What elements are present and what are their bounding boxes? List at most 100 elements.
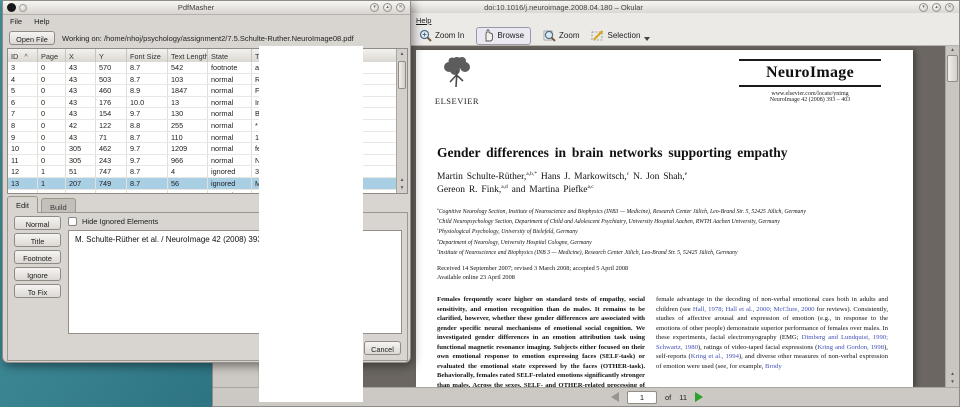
tab-build[interactable]: Build [41, 198, 76, 213]
okular-vertical-scrollbar[interactable] [945, 46, 959, 387]
zoom-in-button[interactable]: Zoom In [419, 29, 464, 42]
table-cell: 14 [8, 190, 38, 193]
scroll-up-icon[interactable] [397, 50, 407, 58]
table-cell: 8.7 [127, 132, 168, 143]
elsevier-tree-icon [435, 55, 479, 91]
table-cell: 720 [96, 190, 127, 193]
of-label: of [665, 393, 671, 402]
table-cell: 122 [96, 120, 127, 131]
cancel-button[interactable]: Cancel [364, 341, 401, 355]
tofix-button[interactable]: To Fix [14, 284, 61, 298]
tab-edit[interactable]: Edit [7, 196, 38, 213]
scroll-up-icon[interactable] [946, 46, 959, 54]
table-cell: 5 [8, 85, 38, 96]
table-cell: 1 [38, 166, 66, 177]
window-menu-icon[interactable] [19, 4, 27, 12]
okular-window: doi:10.1016/j.neuroimage.2008.04.180 – O… [212, 0, 960, 407]
table-cell: 0 [38, 143, 66, 154]
citation-link[interactable]: Kring et al., 1994 [691, 353, 739, 360]
column-header-x[interactable]: X [66, 49, 96, 62]
table-cell: 8.9 [127, 85, 168, 96]
table-cell: 9.7 [127, 190, 168, 193]
affiliation-line: eInstitute of Neuroscience and Biophysic… [437, 248, 806, 258]
journal-name: NeuroImage [731, 63, 889, 83]
menu-help[interactable]: Help [34, 17, 49, 26]
ignore-button[interactable]: Ignore [14, 267, 61, 281]
author-superscript: a,d [501, 184, 508, 190]
scroll-down-icon[interactable] [946, 378, 959, 386]
table-cell: 207 [66, 178, 96, 189]
table-cell: 0 [38, 108, 66, 119]
zoom-button[interactable]: Zoom [543, 29, 579, 42]
table-cell: 13 [168, 97, 208, 108]
open-file-button[interactable]: Open File [9, 31, 55, 45]
app-icon[interactable] [7, 3, 16, 12]
table-cell: 8.7 [127, 74, 168, 85]
column-header-id[interactable]: ID [8, 49, 38, 62]
footnote-button[interactable]: Footnote [14, 250, 61, 264]
journal-citation: NeuroImage 42 (2008) 393 – 403 [731, 97, 889, 103]
menu-file[interactable]: File [10, 17, 22, 26]
maximize-icon[interactable] [383, 3, 392, 12]
table-cell: 362 [168, 190, 208, 193]
table-cell: 1847 [168, 85, 208, 96]
citation-link[interactable]: Kring and Gordon, 1998 [817, 344, 884, 351]
table-cell: 462 [96, 143, 127, 154]
column-header-fontsize[interactable]: Font Size [127, 49, 168, 62]
table-cell: 51 [66, 166, 96, 177]
table-cell: normal [208, 132, 252, 143]
close-icon[interactable] [945, 3, 954, 12]
menu-help[interactable]: Help [416, 16, 431, 25]
okular-thumbnail-page[interactable] [259, 46, 363, 402]
text-segment: N. Jon Shah, [629, 172, 684, 182]
minimize-icon[interactable] [919, 3, 928, 12]
working-on-label: Working on: /home/nhoj/psychology/assign… [62, 34, 354, 43]
table-cell: normal [208, 190, 252, 193]
scrollbar-thumb[interactable] [398, 61, 406, 89]
okular-page-background: ELSEVIER NeuroImage www.elsevier.com/loc… [363, 46, 945, 387]
scrollbar-thumb[interactable] [947, 55, 958, 82]
chevron-down-icon[interactable] [644, 37, 650, 41]
paper-columns: Females frequently score higher on stand… [437, 295, 888, 387]
table-cell: 747 [96, 166, 127, 177]
title-button[interactable]: Title [14, 233, 61, 247]
table-cell: normal [208, 108, 252, 119]
column-header-textlength[interactable]: Text Length [168, 49, 208, 62]
normal-button[interactable]: Normal [14, 216, 61, 230]
table-cell: 10.0 [127, 97, 168, 108]
table-cell: 11 [8, 155, 38, 166]
intro-column: female advantage in the decoding of non-… [656, 295, 888, 387]
table-cell: 0 [38, 62, 66, 73]
table-cell: 13 [8, 178, 38, 189]
selection-button[interactable]: Selection [591, 29, 650, 42]
scroll-up-icon[interactable] [397, 176, 407, 184]
citation-link[interactable]: Hall, 1978; Hall et al., 2000; McClure, … [693, 306, 815, 313]
table-cell: 56 [168, 178, 208, 189]
maximize-icon[interactable] [932, 3, 941, 12]
table-cell: 0 [38, 74, 66, 85]
hide-ignored-label: Hide Ignored Elements [82, 217, 158, 226]
table-cell: ignored [208, 166, 252, 177]
table-cell: 460 [96, 85, 127, 96]
column-header-state[interactable]: State [208, 49, 252, 62]
table-cell: 4 [168, 166, 208, 177]
hide-ignored-checkbox[interactable] [68, 217, 77, 226]
scroll-up-icon[interactable] [946, 370, 959, 378]
table-vertical-scrollbar[interactable] [396, 49, 407, 193]
table-cell: 8.7 [127, 178, 168, 189]
minimize-icon[interactable] [370, 3, 379, 12]
next-page-icon[interactable] [695, 392, 703, 402]
previous-page-icon[interactable] [611, 392, 619, 402]
table-cell: normal [208, 143, 252, 154]
table-cell: ignored [208, 178, 252, 189]
browse-button[interactable]: Browse [476, 27, 531, 45]
journal-header: NeuroImage www.elsevier.com/locate/ynimg… [731, 57, 889, 103]
table-cell: normal [208, 85, 252, 96]
paper-dates: Received 14 September 2007; revised 3 Ma… [437, 264, 628, 282]
column-header-y[interactable]: Y [96, 49, 127, 62]
column-header-page[interactable]: Page [38, 49, 66, 62]
scroll-down-icon[interactable] [397, 184, 407, 192]
citation-link[interactable]: Brody [765, 363, 782, 370]
page-number-input[interactable]: 1 [627, 391, 657, 404]
close-icon[interactable] [396, 3, 405, 12]
